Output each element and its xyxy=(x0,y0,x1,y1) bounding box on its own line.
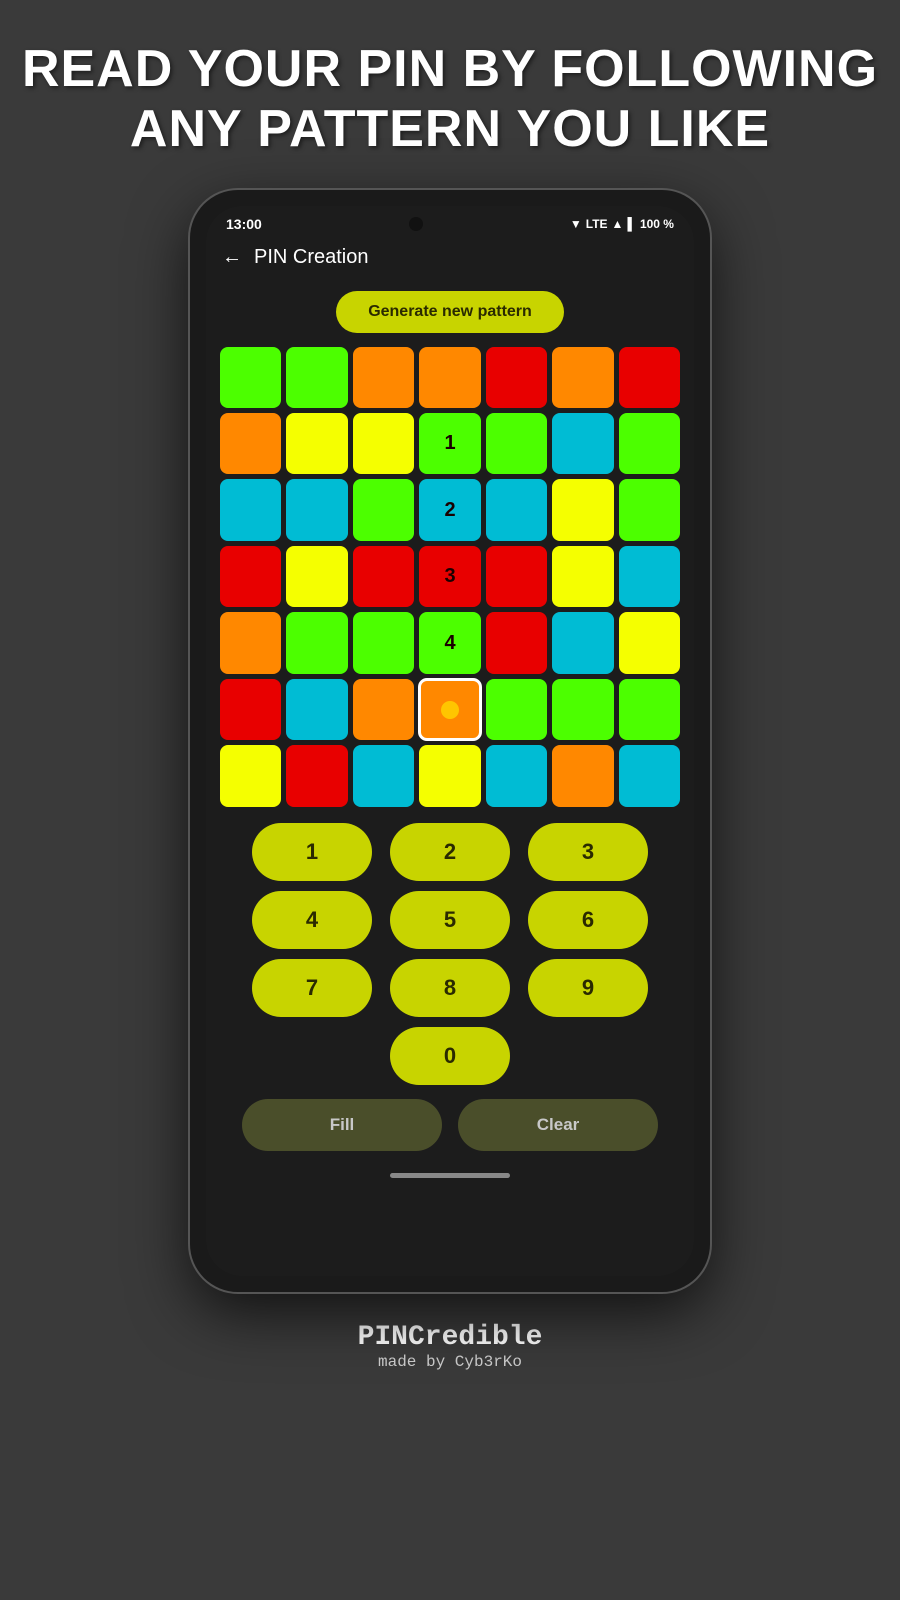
brand-sub: made by Cyb3rKo xyxy=(358,1353,543,1371)
grid-cell[interactable] xyxy=(220,546,281,607)
grid-cell[interactable] xyxy=(419,679,480,740)
keypad-row: 789 xyxy=(252,959,648,1017)
grid-cell[interactable] xyxy=(619,347,680,408)
fill-button[interactable]: Fill xyxy=(242,1099,442,1151)
grid-cell[interactable] xyxy=(619,546,680,607)
battery-icon: ▌ xyxy=(627,217,636,231)
brand-name: PINCredible xyxy=(358,1322,543,1353)
cell-number-label: 2 xyxy=(444,499,455,522)
cell-number-label: 1 xyxy=(444,432,455,455)
grid-cell[interactable] xyxy=(486,479,547,540)
grid-cell[interactable] xyxy=(486,413,547,474)
grid-cell[interactable] xyxy=(486,612,547,673)
grid-cell[interactable] xyxy=(619,679,680,740)
grid-cell[interactable] xyxy=(486,347,547,408)
keypad-row: 0 xyxy=(390,1027,510,1085)
keypad-row: 456 xyxy=(252,891,648,949)
key-button-7[interactable]: 7 xyxy=(252,959,372,1017)
grid-cell[interactable] xyxy=(220,745,281,806)
grid-cell[interactable] xyxy=(353,679,414,740)
cell-number-label: 4 xyxy=(444,632,455,655)
grid-cell[interactable] xyxy=(286,745,347,806)
key-button-8[interactable]: 8 xyxy=(390,959,510,1017)
grid-cell[interactable] xyxy=(486,745,547,806)
grid-cell[interactable] xyxy=(353,612,414,673)
grid-cell[interactable] xyxy=(486,679,547,740)
phone-device: 13:00 ▼ LTE ▲ ▌ 100 % ← PIN Creation Gen… xyxy=(190,190,710,1292)
grid-cell[interactable] xyxy=(286,479,347,540)
grid-cell[interactable]: 2 xyxy=(419,479,480,540)
grid-cell[interactable] xyxy=(552,347,613,408)
grid-cell[interactable] xyxy=(220,413,281,474)
cell-number-label: 3 xyxy=(444,565,455,588)
grid-cell[interactable] xyxy=(552,413,613,474)
color-grid-container: 1 2 3 4 xyxy=(206,347,694,807)
grid-cell[interactable] xyxy=(619,413,680,474)
key-button-3[interactable]: 3 xyxy=(528,823,648,881)
headline: READ YOUR PIN BY FOLLOWING ANY PATTERN Y… xyxy=(0,40,900,160)
status-time: 13:00 xyxy=(226,216,262,232)
grid-cell[interactable] xyxy=(286,347,347,408)
status-icons: ▼ LTE ▲ ▌ 100 % xyxy=(570,217,674,231)
grid-cell[interactable]: 3 xyxy=(419,546,480,607)
grid-cell[interactable] xyxy=(353,413,414,474)
home-indicator xyxy=(390,1173,510,1178)
page-title: PIN Creation xyxy=(254,246,369,269)
grid-cell[interactable] xyxy=(353,347,414,408)
nav-bar: ← PIN Creation xyxy=(206,238,694,279)
grid-cell[interactable]: 4 xyxy=(419,612,480,673)
key-button-1[interactable]: 1 xyxy=(252,823,372,881)
battery-label: 100 % xyxy=(640,217,674,231)
grid-cell[interactable] xyxy=(619,612,680,673)
camera-notch xyxy=(409,217,423,231)
grid-cell[interactable]: 1 xyxy=(419,413,480,474)
grid-cell[interactable] xyxy=(220,679,281,740)
grid-cell[interactable] xyxy=(220,479,281,540)
footer-brand: PINCredible made by Cyb3rKo xyxy=(358,1322,543,1371)
grid-cell[interactable] xyxy=(220,612,281,673)
grid-cell[interactable] xyxy=(286,546,347,607)
key-button-9[interactable]: 9 xyxy=(528,959,648,1017)
keypad: 1234567890 xyxy=(206,823,694,1085)
grid-cell[interactable] xyxy=(552,546,613,607)
grid-cell[interactable] xyxy=(552,612,613,673)
key-button-5[interactable]: 5 xyxy=(390,891,510,949)
generate-btn-container: Generate new pattern xyxy=(206,291,694,333)
grid-cell[interactable] xyxy=(220,347,281,408)
grid-cell[interactable] xyxy=(619,745,680,806)
key-button-2[interactable]: 2 xyxy=(390,823,510,881)
key-button-0[interactable]: 0 xyxy=(390,1027,510,1085)
signal-icon: ▲ xyxy=(612,217,624,231)
grid-cell[interactable] xyxy=(419,347,480,408)
status-bar: 13:00 ▼ LTE ▲ ▌ 100 % xyxy=(206,206,694,238)
grid-cell[interactable] xyxy=(286,413,347,474)
network-label: LTE xyxy=(586,217,608,231)
clear-button[interactable]: Clear xyxy=(458,1099,658,1151)
phone-screen: 13:00 ▼ LTE ▲ ▌ 100 % ← PIN Creation Gen… xyxy=(206,206,694,1276)
grid-cell[interactable] xyxy=(552,479,613,540)
keypad-row: 123 xyxy=(252,823,648,881)
key-button-6[interactable]: 6 xyxy=(528,891,648,949)
grid-cell[interactable] xyxy=(286,679,347,740)
grid-cell[interactable] xyxy=(486,546,547,607)
color-grid: 1 2 3 4 xyxy=(220,347,680,807)
back-button[interactable]: ← xyxy=(222,246,242,269)
grid-cell[interactable] xyxy=(353,479,414,540)
generate-pattern-button[interactable]: Generate new pattern xyxy=(336,291,564,333)
action-row: Fill Clear xyxy=(206,1085,694,1165)
grid-cell[interactable] xyxy=(353,546,414,607)
grid-cell[interactable] xyxy=(353,745,414,806)
key-button-4[interactable]: 4 xyxy=(252,891,372,949)
grid-cell[interactable] xyxy=(552,745,613,806)
grid-cell[interactable] xyxy=(619,479,680,540)
grid-cell[interactable] xyxy=(419,745,480,806)
wifi-icon: ▼ xyxy=(570,217,582,231)
grid-cell[interactable] xyxy=(286,612,347,673)
grid-cell[interactable] xyxy=(552,679,613,740)
